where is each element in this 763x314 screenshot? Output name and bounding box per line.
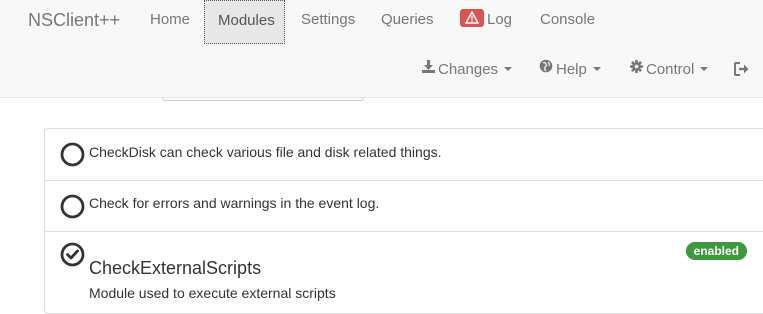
check-circle-icon[interactable] — [60, 242, 85, 267]
module-row-eventlog[interactable]: Check for errors and warnings in the eve… — [45, 181, 763, 232]
module-description: Check for errors and warnings in the eve… — [89, 195, 380, 211]
nav-settings-label: Settings — [301, 11, 356, 28]
logout-icon — [734, 62, 749, 80]
brand-logo[interactable]: NSClient++ — [28, 10, 120, 30]
nav-settings[interactable]: Settings — [288, 0, 368, 44]
nav-home-label: Home — [150, 11, 191, 28]
module-row-checkdisk[interactable]: CheckDisk can check various file and dis… — [45, 129, 763, 181]
nav-console[interactable]: Console — [527, 0, 608, 44]
circle-icon[interactable] — [60, 142, 85, 167]
caret-down-icon — [592, 67, 601, 72]
nav-queries-label: Queries — [381, 11, 434, 28]
caret-down-icon — [504, 67, 513, 72]
module-description: Module used to execute external scripts — [89, 285, 336, 301]
nav-queries[interactable]: Queries — [368, 0, 447, 44]
nav-modules-label: Modules — [218, 12, 275, 29]
nav-home[interactable]: Home — [137, 0, 203, 44]
search-input-edge[interactable] — [162, 98, 364, 101]
circle-icon[interactable] — [60, 194, 85, 219]
module-description: CheckDisk can check various file and dis… — [89, 144, 442, 160]
module-title: CheckExternalScripts — [89, 258, 262, 278]
module-list: CheckDisk can check various file and dis… — [44, 128, 763, 314]
nav-modules[interactable]: Modules — [204, 0, 285, 44]
nav-console-label: Console — [540, 11, 596, 28]
logout-button[interactable] — [734, 60, 749, 84]
control-label: Control — [646, 61, 695, 78]
help-label: Help — [556, 61, 587, 78]
changes-dropdown[interactable]: Changes — [422, 57, 513, 82]
caret-down-icon — [700, 67, 709, 72]
globe-icon — [539, 57, 553, 81]
help-dropdown[interactable]: Help — [539, 58, 601, 82]
cog-icon — [630, 57, 643, 81]
changes-label: Changes — [438, 61, 499, 78]
download-icon — [422, 57, 435, 81]
enabled-badge: enabled — [685, 242, 747, 260]
warning-icon — [460, 9, 484, 28]
control-dropdown[interactable]: Control — [630, 57, 709, 82]
module-row-checkexternalscripts[interactable]: CheckExternalScripts Module used to exec… — [45, 232, 763, 314]
nav-log-label: Log — [487, 11, 513, 28]
nav-log[interactable]: Log — [447, 0, 525, 44]
top-navbar: NSClient++ Home Modules Settings Queries… — [0, 0, 763, 98]
